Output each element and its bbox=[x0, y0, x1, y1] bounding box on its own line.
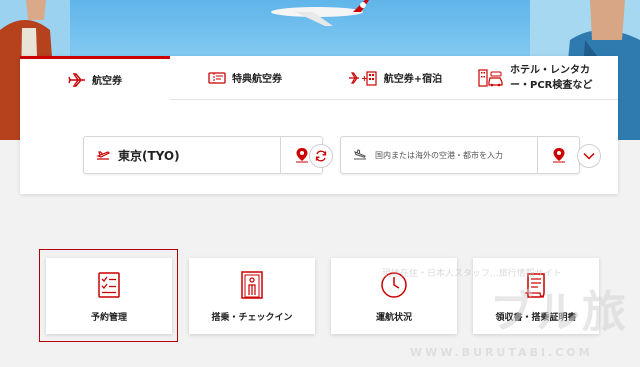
card-label: 搭乗・チェックイン bbox=[211, 313, 293, 323]
receipt-icon bbox=[525, 273, 545, 298]
plane-hotel-icon: + bbox=[348, 70, 377, 86]
reservation-management-card[interactable]: 予約管理 bbox=[46, 258, 172, 334]
expand-options-button[interactable] bbox=[577, 144, 601, 168]
location-pin-icon bbox=[552, 148, 565, 163]
boarding-gate-icon bbox=[241, 271, 263, 299]
chevron-down-icon bbox=[583, 152, 595, 160]
tab-label: 特典航空券 bbox=[232, 74, 282, 85]
departure-value: 東京(TYO) bbox=[118, 148, 180, 163]
booking-tabs: 航空券 特典航空券 + 航空券+宿泊 ホテル・レンタカ ー・PCR検査など bbox=[20, 56, 618, 100]
card-label: 予約管理 bbox=[90, 313, 127, 323]
card-label: 領収書・搭乗証明書 bbox=[495, 313, 577, 323]
tab-label: 航空券+宿泊 bbox=[383, 74, 443, 85]
departure-field[interactable]: 東京(TYO) bbox=[83, 136, 323, 174]
tab-label-line1: ホテル・レンタカ bbox=[510, 64, 590, 76]
arrival-location-button[interactable] bbox=[537, 137, 579, 173]
tab-label: ホテル・レンタカ ー・PCR検査など bbox=[510, 63, 592, 93]
ticket-icon bbox=[208, 71, 226, 84]
departure-icon bbox=[96, 151, 110, 160]
swap-route-button[interactable] bbox=[309, 144, 333, 168]
plane-icon bbox=[68, 72, 85, 87]
tab-label-line2: ー・PCR検査など bbox=[510, 79, 593, 91]
card-label: 運航状況 bbox=[375, 313, 412, 323]
arrival-placeholder: 国内または海外の空港・都市を入力 bbox=[375, 150, 503, 160]
arrival-field[interactable]: 国内または海外の空港・都市を入力 bbox=[340, 136, 580, 174]
tab-hotel-rental-pcr[interactable]: ホテル・レンタカ ー・PCR検査など bbox=[470, 56, 618, 100]
search-panel: 航空券 特典航空券 + 航空券+宿泊 ホテル・レンタカ ー・PCR検査など 東京… bbox=[20, 56, 618, 194]
hotel-car-icon bbox=[478, 68, 503, 87]
checklist-icon bbox=[98, 272, 120, 298]
tab-label: 航空券 bbox=[92, 76, 122, 87]
tab-award-ticket[interactable]: 特典航空券 bbox=[170, 56, 320, 100]
boarding-checkin-card[interactable]: 搭乗・チェックイン bbox=[189, 258, 315, 334]
receipt-certificate-card[interactable]: 領収書・搭乗証明書 bbox=[473, 258, 599, 334]
swap-icon bbox=[315, 150, 327, 162]
location-pin-icon bbox=[295, 148, 308, 163]
clock-icon bbox=[381, 272, 407, 298]
arrival-icon bbox=[354, 149, 366, 160]
tab-airline-ticket[interactable]: 航空券 bbox=[20, 56, 170, 100]
airplane-image bbox=[271, 0, 369, 26]
watermark-url: WWW.BURUTABI.COM bbox=[410, 346, 593, 359]
tab-ticket-and-hotel[interactable]: + 航空券+宿泊 bbox=[320, 56, 470, 100]
flight-status-card[interactable]: 運航状況 bbox=[331, 258, 457, 334]
